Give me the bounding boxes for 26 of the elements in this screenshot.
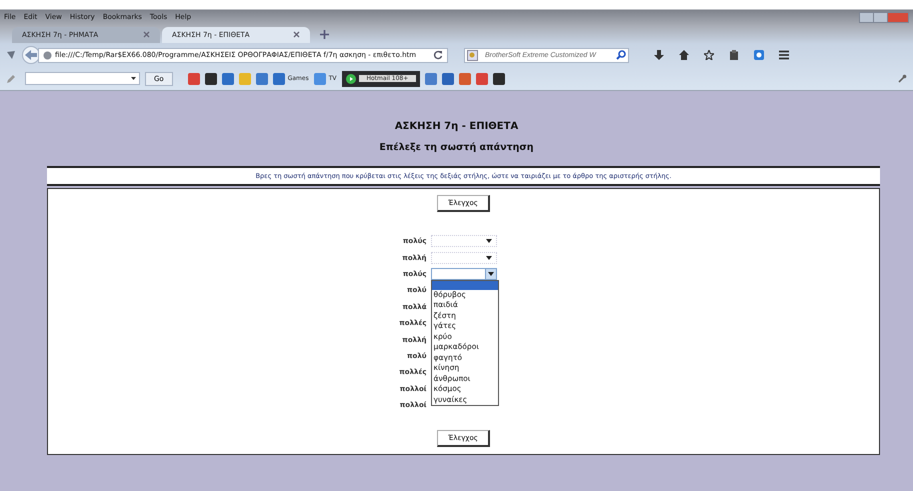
star-icon[interactable]: [704, 50, 714, 60]
chat-icon[interactable]: [754, 50, 764, 60]
search-icon[interactable]: [616, 50, 626, 60]
page-subtitle: Επέλεξε τη σωστή απάντηση: [379, 142, 534, 153]
app-icon[interactable]: [493, 72, 506, 84]
back-button[interactable]: [22, 46, 40, 64]
caret-icon: [486, 239, 492, 244]
home-icon[interactable]: [679, 50, 689, 60]
pen-icon[interactable]: [6, 74, 16, 84]
caret-icon: [486, 256, 492, 260]
maximize-button[interactable]: [873, 12, 888, 23]
menu-icon[interactable]: [779, 50, 789, 60]
clipboard-icon[interactable]: [729, 50, 739, 60]
play-icon[interactable]: [346, 74, 356, 84]
minimize-button[interactable]: [859, 12, 874, 23]
download-icon[interactable]: [654, 50, 664, 60]
caret-icon: [131, 77, 136, 80]
reload-icon[interactable]: [433, 50, 443, 60]
app-icon[interactable]: [204, 72, 217, 84]
globe-icon: [43, 50, 52, 60]
close-icon[interactable]: [143, 30, 150, 40]
page-title: ΑΣΚΗΣΗ 7η - ΕΠΙΘΕΤΑ: [394, 121, 518, 132]
new-tab-icon[interactable]: [320, 30, 329, 39]
dropdown-field[interactable]: [25, 72, 140, 85]
close-icon[interactable]: [293, 30, 300, 40]
wrench-icon[interactable]: [898, 74, 907, 83]
